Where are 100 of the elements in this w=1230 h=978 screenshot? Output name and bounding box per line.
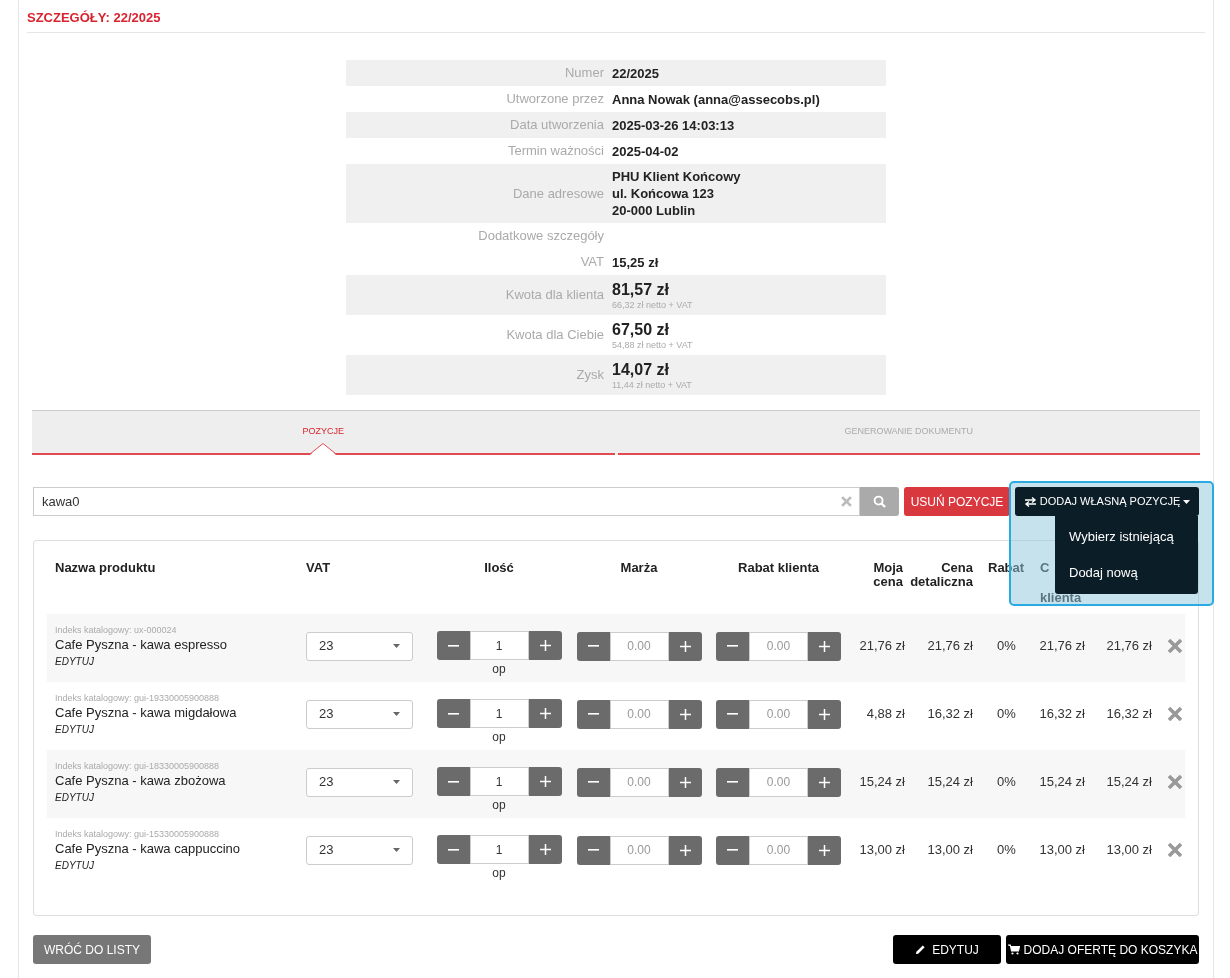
increment-button[interactable] [528, 699, 562, 728]
increment-button[interactable] [668, 767, 702, 797]
minus-icon [727, 713, 738, 715]
increment-button[interactable] [668, 631, 702, 661]
quantity-field[interactable]: 1 [469, 699, 529, 728]
add-to-cart-button[interactable]: DODAJ OFERTĘ DO KOSZYKA [1006, 935, 1199, 964]
product-name: Cafe Pyszna - kawa espresso [55, 636, 228, 654]
delete-icon[interactable] [1167, 774, 1183, 790]
net-amount-note: 66,32 zł netto + VAT [612, 299, 693, 311]
tab-pointer-icon [310, 443, 337, 455]
delete-icon[interactable] [1167, 638, 1183, 654]
increment-button[interactable] [808, 835, 841, 865]
caret-icon [393, 644, 400, 648]
detail-value: PHU Klient Końcowy [612, 168, 741, 185]
back-to-list-button[interactable]: WRÓĆ DO LISTY [33, 935, 151, 964]
increment-button[interactable] [808, 631, 841, 661]
increment-button[interactable] [668, 835, 702, 865]
detail-value: Anna Nowak (anna@assecobs.pl) [612, 90, 820, 108]
edit-link[interactable]: EDYTUJ [55, 858, 94, 874]
price-cell: 13,00 zł [859, 842, 905, 858]
vat-select[interactable]: 23 [306, 631, 413, 661]
amount-value: 67,50 zł [612, 319, 670, 340]
product-name: Cafe Pyszna - kawa migdałowa [55, 704, 238, 722]
tab[interactable]: POZYCJE [32, 411, 615, 455]
detail-value: 22/2025 [612, 64, 659, 82]
price-cell: 21,76 zł [859, 638, 905, 654]
plus-icon [819, 640, 830, 652]
detail-label: Utworzone przez [506, 91, 604, 107]
price-cell: 0% [997, 774, 1016, 790]
catalog-index: Indeks katalogowy: gui-19330005900888 [55, 692, 221, 704]
price-cell: 13,00 zł [1039, 842, 1085, 858]
column-header: Nazwa produktu [55, 561, 157, 575]
caret-icon [393, 712, 400, 716]
edit-link[interactable]: EDYTUJ [55, 722, 94, 738]
catalog-index: Indeks katalogowy: gui-15330005900888 [55, 828, 221, 840]
delete-icon[interactable] [1167, 842, 1183, 858]
column-header: VAT [306, 561, 332, 575]
edit-link[interactable]: EDYTUJ [55, 654, 94, 670]
quantity-field[interactable]: 1 [469, 631, 529, 660]
increment-button[interactable] [528, 631, 562, 660]
add-item-button[interactable]: DODAJ WŁASNĄ POZYCJĘ [1015, 487, 1199, 516]
menu-item[interactable]: Wybierz istniejącą [1055, 521, 1198, 553]
price-cell: 0% [997, 842, 1016, 858]
detail-label: Dodatkowe szczegóły [478, 228, 604, 244]
price-cell: 4,88 zł [866, 706, 905, 722]
catalog-index: Indeks katalogowy: gui-18330005900888 [55, 760, 221, 772]
price-cell: 16,32 zł [1106, 706, 1152, 722]
price-cell: 15,24 zł [859, 774, 905, 790]
increment-button[interactable] [808, 767, 841, 797]
column-header: detaliczna [909, 575, 973, 589]
price-cell: 21,76 zł [1106, 638, 1152, 654]
remove-items-button[interactable]: USUŃ POZYCJE [904, 487, 1010, 516]
minus-icon [447, 848, 459, 851]
decrement-button[interactable] [716, 699, 749, 729]
swap-arrows-icon [1023, 496, 1037, 507]
decrement-button[interactable] [436, 835, 470, 864]
decrement-button[interactable] [436, 767, 470, 796]
plus-icon [539, 844, 551, 855]
detail-label: VAT [580, 254, 604, 270]
catalog-index: Indeks katalogowy: ux-000024 [55, 624, 178, 636]
price-cell: 13,00 zł [1106, 842, 1152, 858]
edit-link[interactable]: EDYTUJ [55, 790, 94, 806]
search-field[interactable]: kawa0 [33, 487, 860, 516]
decrement-button[interactable] [716, 767, 749, 797]
search-icon [873, 495, 886, 508]
increment-button[interactable] [528, 767, 562, 796]
plus-icon [679, 776, 691, 788]
plus-icon [539, 708, 551, 719]
decrement-button[interactable] [716, 835, 749, 865]
detail-label: Zysk [576, 367, 604, 383]
quantity-field[interactable]: 1 [469, 835, 529, 864]
pencil-icon [915, 944, 927, 955]
price-cell: 0% [997, 706, 1016, 722]
delete-icon[interactable] [1167, 706, 1183, 722]
quantity-field[interactable]: 1 [469, 767, 529, 796]
increment-button[interactable] [668, 699, 702, 729]
column-header: klienta [1040, 591, 1083, 605]
vat-select[interactable]: 23 [306, 699, 413, 729]
decrement-button[interactable] [436, 631, 470, 660]
menu-item[interactable]: Dodaj nową [1055, 557, 1198, 589]
edit-button[interactable]: EDYTUJ [893, 935, 1001, 964]
minus-icon [587, 781, 599, 783]
plus-icon [679, 844, 691, 856]
increment-button[interactable] [528, 835, 562, 864]
decrement-button[interactable] [576, 699, 610, 729]
net-amount-note: 54,88 zł netto + VAT [612, 339, 693, 351]
decrement-button[interactable] [576, 631, 610, 661]
plus-icon [819, 844, 830, 856]
vat-select[interactable]: 23 [306, 835, 413, 865]
minus-icon [727, 849, 738, 851]
unit-label: op [492, 661, 506, 677]
decrement-button[interactable] [716, 631, 749, 661]
increment-button[interactable] [808, 699, 841, 729]
decrement-button[interactable] [576, 767, 610, 797]
decrement-button[interactable] [436, 699, 470, 728]
vat-select[interactable]: 23 [306, 767, 413, 797]
detail-label: Data utworzenia [510, 117, 604, 133]
decrement-button[interactable] [576, 835, 610, 865]
minus-icon [587, 849, 599, 851]
plus-icon [819, 776, 830, 788]
